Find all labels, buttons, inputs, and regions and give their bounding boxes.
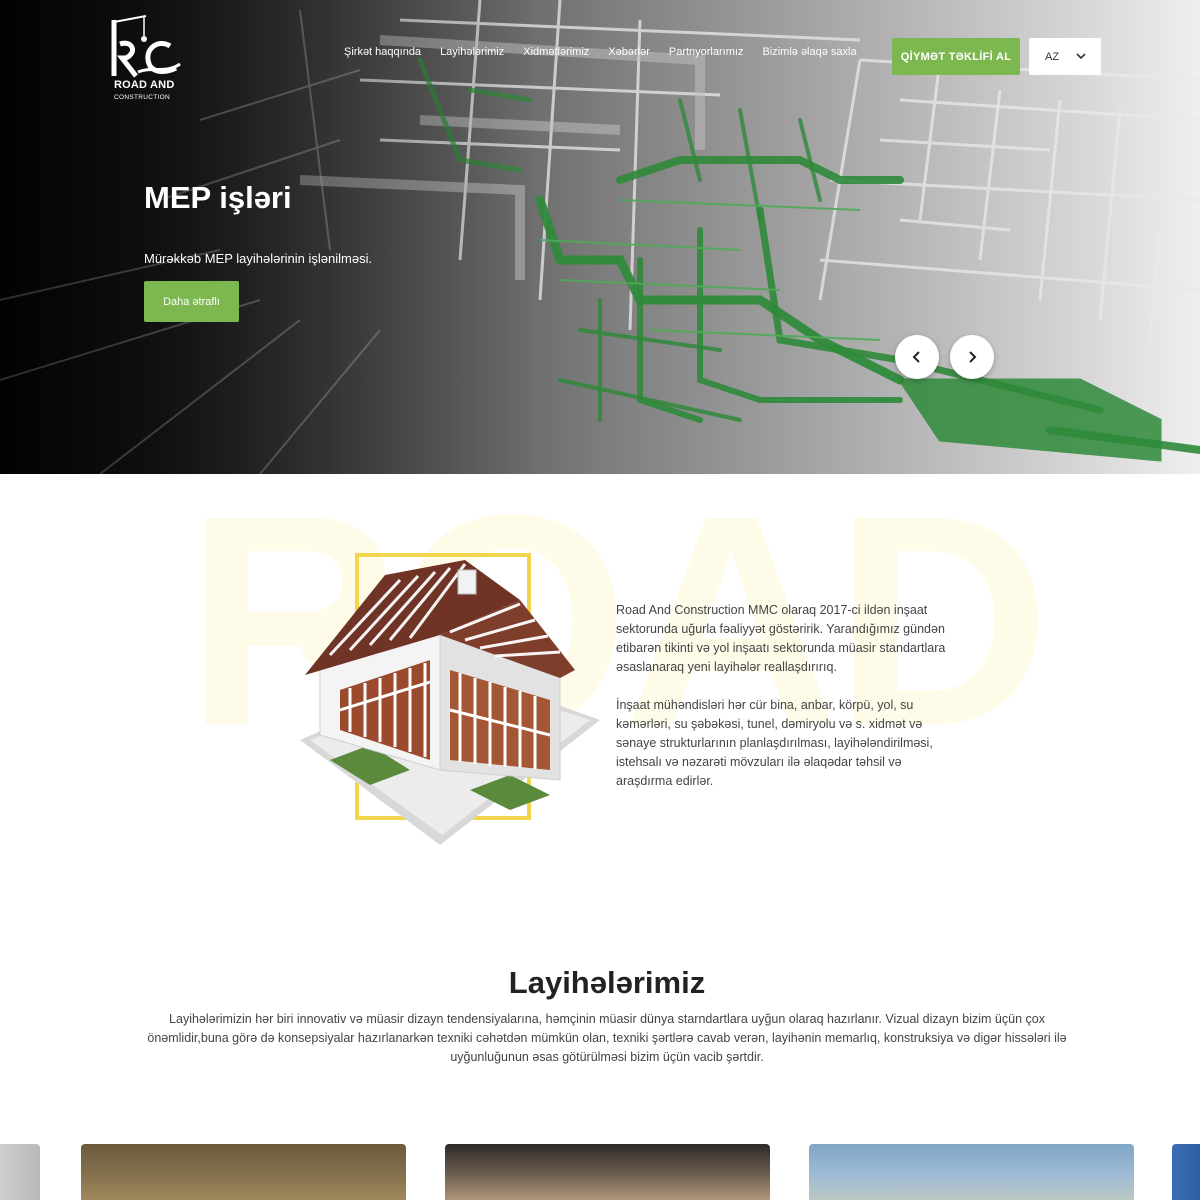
logo-wordmark: ROAD AND CONSTRUCTION	[114, 80, 174, 103]
hero-title: MEP işləri	[144, 180, 292, 215]
nav-item-about[interactable]: Şirkət haqqında	[344, 46, 421, 58]
about-paragraph-2: İnşaat mühəndisləri hər cür bina, anbar,…	[616, 698, 933, 788]
chevron-right-icon	[969, 351, 977, 363]
slider-prev-button[interactable]	[895, 335, 939, 379]
learn-more-button[interactable]: Daha ətraflı	[144, 281, 239, 322]
about-text: Road And Construction MMC olaraq 2017-ci…	[616, 601, 961, 791]
hero-slider: ROAD AND CONSTRUCTION Şirkət haqqında La…	[0, 0, 1200, 474]
nav-item-partners[interactable]: Partnyorlarımız	[669, 46, 744, 58]
hero-subtitle: Mürəkkəb MEP layihələrinin işlənilməsi.	[144, 251, 373, 266]
projects-description: Layihələrimizin hər biri innovativ və mü…	[147, 1012, 1067, 1064]
nav-item-contact[interactable]: Bizimlə əlaqə saxla	[762, 46, 856, 58]
chevron-left-icon	[912, 351, 920, 363]
logo-name-line1: ROAD AND	[114, 79, 175, 91]
house-frame-illustration	[300, 560, 600, 845]
projects-title: Layihələrimiz	[508, 965, 706, 1000]
project-card-partial-right[interactable]	[1172, 1144, 1200, 1200]
nav-item-services[interactable]: Xidmətlərimiz	[523, 46, 589, 58]
quote-button[interactable]: QİYMƏT TƏKLİFİ AL	[892, 38, 1020, 75]
language-select[interactable]: AZ	[1029, 38, 1101, 75]
project-card-3[interactable]	[809, 1144, 1134, 1200]
project-card-partial-left[interactable]	[0, 1144, 40, 1200]
language-value: AZ	[1045, 50, 1060, 63]
main-nav: Şirkət haqqında Layihələrimiz Xidmətləri…	[344, 46, 876, 58]
project-card-1[interactable]	[81, 1144, 406, 1200]
about-paragraph-1: Road And Construction MMC olaraq 2017-ci…	[616, 603, 946, 674]
nav-item-projects[interactable]: Layihələrimiz	[440, 46, 504, 58]
chevron-down-icon	[1076, 53, 1086, 60]
logo-name-line2: CONSTRUCTION	[114, 94, 170, 101]
project-card-2[interactable]	[445, 1144, 770, 1200]
slider-next-button[interactable]	[950, 335, 994, 379]
nav-item-news[interactable]: Xəbərlər	[608, 46, 650, 58]
